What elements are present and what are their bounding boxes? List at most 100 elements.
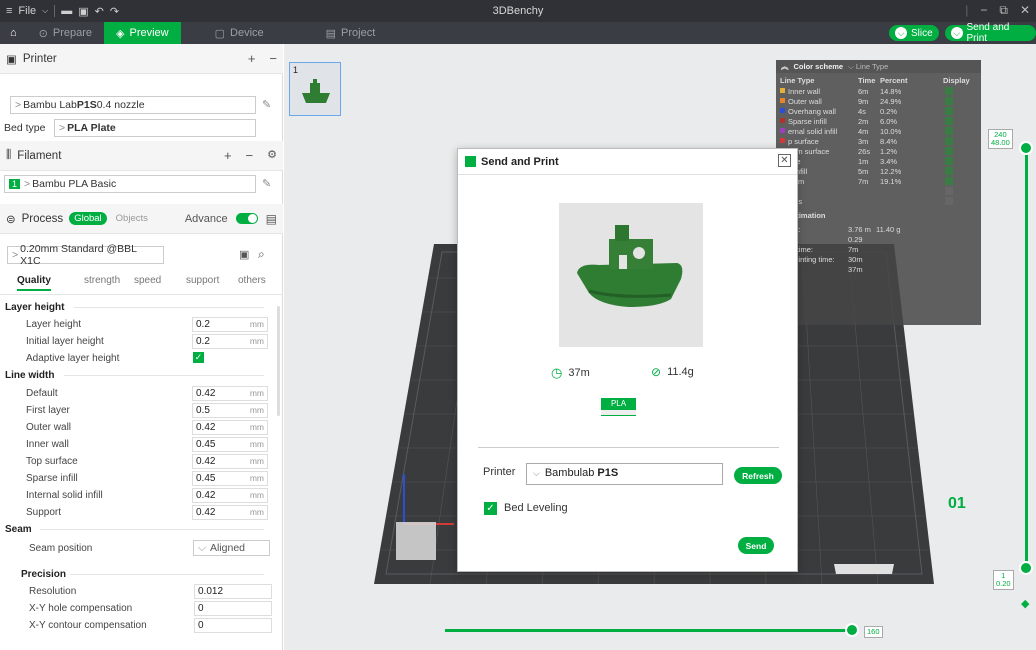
advance-toggle[interactable] (235, 213, 258, 224)
bed-type-label: Bed type (4, 122, 46, 134)
setting-input[interactable]: 0.45 mm (192, 471, 268, 486)
bottom-layer-tag: 1 0.20 (993, 570, 1014, 590)
setting-input[interactable]: 0.42 mm (192, 488, 268, 503)
tab-others[interactable]: others (238, 275, 266, 286)
setting-input[interactable]: 0.42 mm (192, 505, 268, 520)
tab-quality[interactable]: Quality (17, 275, 51, 291)
tab-speed[interactable]: speed (134, 275, 161, 286)
display-checkbox[interactable] (945, 147, 953, 155)
group-line-width: Line width (0, 367, 283, 384)
close-icon[interactable]: ✕ (1020, 3, 1030, 18)
setting-value: 0.2 (196, 336, 210, 347)
undo-icon[interactable]: ↶ (95, 5, 104, 18)
send-button[interactable]: Send (738, 537, 774, 554)
display-checkbox[interactable] (945, 137, 953, 145)
slice-button[interactable]: ⌵ Slice (889, 25, 939, 41)
tab-preview[interactable]: ◈ Preview (104, 22, 181, 44)
filament-tag: PLA (601, 398, 636, 416)
add-icon[interactable]: + (224, 148, 232, 163)
setting-input[interactable]: 0.012 (194, 584, 272, 599)
display-checkbox[interactable] (945, 127, 953, 135)
save-icon[interactable]: ▣ (78, 5, 88, 18)
setting-input[interactable]: 0.42 mm (192, 420, 268, 435)
seam-position-select[interactable]: ⌵ Aligned (193, 540, 270, 556)
setting-input[interactable]: 0 (194, 601, 272, 616)
redo-icon[interactable]: ↷ (110, 5, 119, 18)
printer-preset-select[interactable]: > Bambu Lab P1S 0.4 nozzle (10, 96, 256, 114)
setting-input[interactable]: 0.42 mm (192, 454, 268, 469)
top-layer-height: 48.00 (991, 138, 1010, 147)
chevron-down-icon[interactable]: ⌵ (42, 6, 48, 16)
display-checkbox[interactable] (945, 97, 953, 105)
tab-prepare[interactable]: ⊙ Prepare (27, 22, 104, 44)
home-icon[interactable]: ⌂ (0, 22, 27, 44)
setting-input[interactable]: 0.2 mm (192, 334, 268, 349)
advance-label: Advance (184, 212, 228, 225)
tab-support[interactable]: support (186, 275, 219, 286)
chevron-down-icon[interactable]: ⌵ (895, 27, 907, 39)
menu-icon[interactable]: ≡ (6, 5, 12, 17)
filament-select[interactable]: 1 > Bambu PLA Basic (4, 175, 256, 193)
display-checkbox[interactable] (945, 197, 953, 205)
display-checkbox[interactable] (945, 157, 953, 165)
display-checkbox[interactable] (945, 117, 953, 125)
estimation-v1: 7m (848, 245, 859, 254)
close-icon[interactable]: ✕ (778, 154, 791, 167)
bed-type-select[interactable]: > PLA Plate (54, 119, 256, 137)
color-scheme-select[interactable]: ⌵ Line Type (848, 62, 888, 72)
display-checkbox[interactable] (945, 87, 953, 95)
list-icon[interactable]: ▤ (266, 212, 277, 226)
refresh-button[interactable]: Refresh (734, 467, 782, 484)
folder-icon[interactable]: ▬ (61, 5, 72, 17)
setting-input[interactable]: 0 (194, 618, 272, 633)
send-and-print-button[interactable]: ⌵ Send and Print (945, 22, 1036, 44)
unit: mm (249, 405, 264, 415)
display-checkbox[interactable] (945, 107, 953, 115)
tab-strength[interactable]: strength (84, 275, 120, 286)
checkbox[interactable]: ✓ (193, 352, 204, 363)
setting-xy-contour: X-Y contour compensation 0 (0, 617, 283, 634)
process-preset-select[interactable]: >0.20mm Standard @BBL X1C (7, 243, 164, 267)
remove-icon[interactable]: − (246, 148, 254, 163)
setting-input[interactable]: 0.2 mm (192, 317, 268, 332)
edit-icon[interactable]: ✎ (262, 98, 271, 111)
layer-slider[interactable] (1025, 148, 1028, 568)
objects-toggle[interactable]: Objects (113, 212, 151, 225)
tab-project[interactable]: ▤ Project (314, 22, 388, 44)
add-icon[interactable]: + (248, 51, 256, 66)
edit-icon[interactable]: ✎ (262, 177, 271, 190)
display-checkbox[interactable] (945, 167, 953, 175)
minimize-icon[interactable]: − (980, 3, 987, 18)
send-print-label: Send and Print (966, 22, 1010, 44)
setting-input[interactable]: 0.45 mm (192, 437, 268, 452)
file-menu[interactable]: File (18, 5, 36, 17)
chevron-down-icon[interactable]: ⌵ (951, 27, 963, 39)
display-checkbox[interactable] (945, 187, 953, 195)
layers-icon[interactable]: ◆ (1021, 597, 1029, 610)
collapse-icon[interactable]: ︽ (781, 61, 789, 72)
move-slider[interactable] (445, 629, 850, 632)
setting-input[interactable]: 0.42 mm (192, 386, 268, 401)
gear-icon[interactable]: ⚙ (267, 148, 277, 163)
move-slider-handle[interactable] (845, 623, 859, 637)
setting-value: 0.42 (196, 388, 216, 399)
line-type-name: Sparse infill (788, 117, 827, 126)
layer-slider-bottom-handle[interactable] (1019, 561, 1033, 575)
setting-value: 0.45 (196, 473, 216, 484)
chevron-right-icon: > (15, 99, 22, 111)
printer-select[interactable]: ⌵ Bambulab P1S (526, 463, 723, 485)
layer-slider-top-handle[interactable] (1019, 141, 1033, 155)
estimation-v1: 30m (848, 255, 863, 264)
save-icon[interactable]: ▣ (239, 248, 249, 261)
setting-input[interactable]: 0.5 mm (192, 403, 268, 418)
restore-icon[interactable]: ⧉ (999, 3, 1008, 18)
bed-leveling-checkbox[interactable]: ✓ (484, 502, 497, 515)
unit: mm (249, 422, 264, 432)
display-checkbox[interactable] (945, 177, 953, 185)
remove-icon[interactable]: − (269, 51, 277, 66)
plate-thumbnail[interactable]: 1 (289, 62, 341, 116)
tab-device[interactable]: ▢ Device (203, 22, 276, 44)
global-toggle[interactable]: Global (69, 212, 107, 225)
plate-index: 1 (293, 65, 299, 75)
search-icon[interactable]: ⌕ (258, 247, 265, 262)
